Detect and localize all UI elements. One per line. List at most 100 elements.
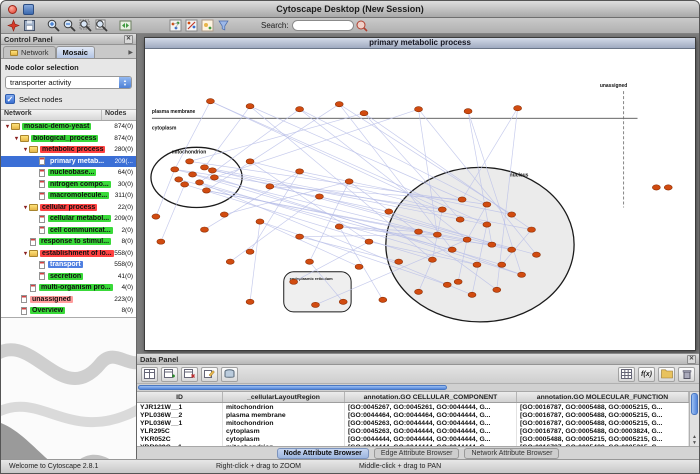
network-node[interactable] (157, 239, 165, 244)
network-canvas[interactable]: plasma membrane cytoplasm mitochondrion … (145, 49, 695, 350)
table-row[interactable]: YPL036W__1mitochondrion[GO:0045263, GO:0… (137, 419, 689, 427)
network-node[interactable] (196, 180, 204, 185)
table-vertical-scrollbar[interactable]: ▲▼ (689, 392, 699, 446)
network-node[interactable] (296, 107, 304, 112)
network-node[interactable] (339, 299, 347, 304)
tree-row[interactable]: macromolecule...311(0) (1, 190, 136, 202)
network-node[interactable] (433, 232, 441, 237)
select-attributes-icon[interactable] (141, 367, 158, 382)
vscroll-arrows-icon[interactable]: ▲▼ (690, 434, 699, 446)
tree-header-network[interactable]: Network (1, 110, 102, 120)
close-panel-icon[interactable]: ✕ (124, 35, 133, 44)
network-node[interactable] (483, 222, 491, 227)
network-node[interactable] (189, 172, 197, 177)
network-node[interactable] (448, 247, 456, 252)
tree-expander-icon[interactable]: ▾ (13, 135, 20, 142)
network-node[interactable] (345, 179, 353, 184)
tree-row[interactable]: primary metab...209(... (1, 156, 136, 168)
network-view-window[interactable]: primary metabolic process plasma membran… (144, 37, 696, 351)
tab-network-attribute-browser[interactable]: Network Attribute Browser (464, 448, 559, 459)
tree-row[interactable]: secretion41(0) (1, 271, 136, 283)
birdseye-view[interactable] (1, 317, 136, 460)
network-node[interactable] (246, 299, 254, 304)
tab-mosaic[interactable]: Mosaic (56, 46, 95, 58)
network-node[interactable] (664, 185, 672, 190)
network-node[interactable] (443, 282, 451, 287)
network-node[interactable] (508, 247, 516, 252)
network-node[interactable] (296, 234, 304, 239)
vizmapper-icon[interactable] (199, 19, 215, 33)
hscroll-thumb[interactable] (138, 385, 447, 390)
network-node[interactable] (200, 227, 208, 232)
network-node[interactable] (458, 197, 466, 202)
network-node[interactable] (220, 212, 228, 217)
cytoscape-badge-icon[interactable] (5, 19, 21, 33)
tree-expander-icon[interactable]: ▾ (22, 146, 29, 153)
select-nodes-checkbox[interactable]: ✓ (5, 94, 15, 104)
tree-expander-icon[interactable]: ▾ (4, 123, 11, 130)
tree-row[interactable]: multi-organism pro...4(0) (1, 282, 136, 294)
network-node[interactable] (175, 177, 183, 182)
network-node[interactable] (415, 229, 423, 234)
zoom-out-icon[interactable] (61, 19, 77, 33)
network-node[interactable] (483, 202, 491, 207)
network-node[interactable] (335, 102, 343, 107)
network-node[interactable] (415, 289, 423, 294)
create-attribute-icon[interactable] (161, 367, 178, 382)
tree-row[interactable]: transport558(0) (1, 259, 136, 271)
tree-row[interactable]: ▾metabolic process280(0) (1, 144, 136, 156)
tree-row[interactable]: cell communicat...2(0) (1, 225, 136, 237)
tab-edge-attribute-browser[interactable]: Edge Attribute Browser (374, 448, 460, 459)
network-node[interactable] (306, 259, 314, 264)
network-node[interactable] (518, 272, 526, 277)
tree-row[interactable]: nucleobase...64(0) (1, 167, 136, 179)
network-node[interactable] (379, 297, 387, 302)
network-node[interactable] (438, 207, 446, 212)
network-node[interactable] (296, 169, 304, 174)
network-node[interactable] (256, 219, 264, 224)
tree-row[interactable]: ▾biological_process874(0) (1, 133, 136, 145)
network-node[interactable] (652, 185, 660, 190)
filter-icon[interactable] (215, 19, 231, 33)
network-node[interactable] (246, 159, 254, 164)
network-view-title[interactable]: primary metabolic process (145, 38, 695, 49)
tree-row[interactable]: response to stimul...8(0) (1, 236, 136, 248)
tree-row[interactable]: ▾cellular process22(0) (1, 202, 136, 214)
matrix-icon[interactable] (618, 367, 635, 382)
network-node[interactable] (532, 252, 540, 257)
import-table-icon[interactable] (221, 367, 238, 382)
network-node[interactable] (428, 257, 436, 262)
save-session-icon[interactable] (21, 19, 37, 33)
data-panel-header[interactable]: Data Panel ✕ (137, 354, 699, 365)
network-node[interactable] (355, 264, 363, 269)
tree-row[interactable]: cellular metabol...209(0) (1, 213, 136, 225)
network-node[interactable] (360, 111, 368, 116)
tree-expander-icon[interactable]: ▾ (22, 204, 29, 211)
search-options-icon[interactable] (354, 19, 370, 33)
network-node[interactable] (385, 209, 393, 214)
tab-network[interactable]: Network (3, 46, 56, 58)
tree-row[interactable]: Overview8(0) (1, 305, 136, 317)
network-node[interactable] (335, 224, 343, 229)
network-node[interactable] (181, 182, 189, 187)
network-node[interactable] (528, 227, 536, 232)
network-node[interactable] (508, 212, 516, 217)
network-node[interactable] (206, 99, 214, 104)
combo-arrows-icon[interactable]: ▲▼ (119, 77, 131, 88)
network-node[interactable] (365, 239, 373, 244)
network-node[interactable] (315, 194, 323, 199)
tab-scroll-icon[interactable]: ▶ (128, 49, 136, 58)
close-data-panel-icon[interactable]: ✕ (687, 355, 696, 364)
zoom-selected-icon[interactable] (77, 19, 93, 33)
title-bar[interactable]: Cytoscape Desktop (New Session) (1, 1, 699, 18)
tree-expander-icon[interactable]: ▾ (22, 250, 29, 257)
network-node[interactable] (464, 109, 472, 114)
network-node[interactable] (210, 175, 218, 180)
network-node[interactable] (208, 168, 216, 173)
network-node[interactable] (152, 214, 160, 219)
destroy-network-view-icon[interactable] (183, 19, 199, 33)
network-node[interactable] (468, 292, 476, 297)
network-node[interactable] (456, 217, 464, 222)
rename-attribute-icon[interactable] (201, 367, 218, 382)
column-header-molecular-function[interactable]: annotation.GO MOLECULAR_FUNCTION (517, 392, 689, 402)
